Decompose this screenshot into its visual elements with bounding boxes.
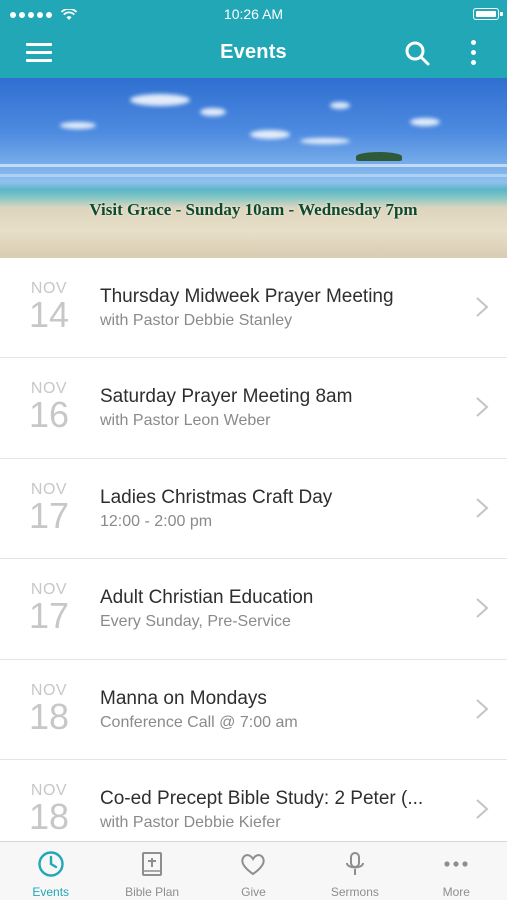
event-day: 18 (28, 695, 70, 737)
more-vertical-icon[interactable] (467, 38, 481, 68)
tab-label: Bible Plan (125, 885, 180, 899)
event-row[interactable]: NOV 16 Saturday Prayer Meeting 8am with … (0, 358, 507, 459)
tab-bar: Events Bible Plan Give Sermons More (0, 841, 507, 900)
heart-icon (241, 854, 266, 876)
tab-events[interactable]: Events (0, 842, 101, 900)
event-row[interactable]: NOV 14 Thursday Midweek Prayer Meeting w… (0, 258, 507, 359)
chevron-right-icon (476, 297, 489, 317)
event-date: NOV 18 (20, 782, 78, 837)
event-day: 18 (28, 795, 70, 837)
tab-label: Sermons (330, 885, 379, 899)
event-day: 17 (28, 595, 70, 637)
nav-bar: Events (0, 28, 507, 78)
event-title: Ladies Christmas Craft Day (100, 486, 333, 508)
event-day: 17 (28, 494, 70, 536)
tab-bible-plan[interactable]: Bible Plan (101, 842, 202, 900)
event-subtitle: with Pastor Leon Weber (100, 412, 271, 430)
tab-label: Events (32, 885, 70, 899)
microphone-icon (345, 852, 364, 875)
tab-give[interactable]: Give (203, 842, 304, 900)
tab-label: More (442, 885, 470, 899)
clock-icon (37, 851, 64, 877)
banner-caption: Visit Grace - Sunday 10am - Wednesday 7p… (89, 200, 418, 219)
event-subtitle: 12:00 - 2:00 pm (100, 512, 213, 530)
event-title: Co-ed Precept Bible Study: 2 Peter (... (100, 787, 424, 809)
chevron-right-icon (476, 698, 489, 719)
tab-more[interactable]: More (406, 842, 507, 900)
event-subtitle: with Pastor Debbie Kiefer (100, 813, 281, 831)
status-bar: 10:26 AM (0, 0, 507, 28)
event-row[interactable]: NOV 17 Ladies Christmas Craft Day 12:00 … (0, 459, 507, 560)
chevron-right-icon (476, 498, 489, 518)
event-title: Manna on Mondays (100, 687, 267, 709)
event-row[interactable]: NOV 18 Co-ed Precept Bible Study: 2 Pete… (0, 760, 507, 841)
chevron-right-icon (476, 397, 489, 418)
event-subtitle: with Pastor Debbie Stanley (100, 312, 293, 329)
search-icon[interactable] (403, 39, 431, 67)
event-date: NOV 17 (20, 581, 78, 637)
hamburger-menu-icon[interactable] (22, 39, 56, 67)
events-list: NOV 14 Thursday Midweek Prayer Meeting w… (0, 258, 507, 841)
more-dots-icon (444, 861, 468, 867)
status-time: 10:26 AM (223, 6, 284, 22)
battery-icon (473, 8, 503, 20)
event-date: NOV 14 (20, 280, 78, 335)
event-row[interactable]: NOV 18 Manna on Mondays Conference Call … (0, 660, 507, 760)
chevron-right-icon (476, 598, 489, 618)
event-row[interactable]: NOV 17 Adult Christian Education Every S… (0, 559, 507, 660)
event-day: 14 (28, 294, 70, 335)
event-title: Thursday Midweek Prayer Meeting (100, 286, 394, 307)
bible-icon (142, 852, 163, 876)
event-date: NOV 16 (20, 380, 78, 436)
event-title: Saturday Prayer Meeting 8am (100, 386, 353, 408)
tab-label: Give (241, 885, 266, 899)
event-subtitle: Every Sunday, Pre-Service (100, 613, 291, 631)
chevron-right-icon (476, 799, 489, 819)
tab-sermons[interactable]: Sermons (304, 842, 405, 900)
event-subtitle: Conference Call @ 7:00 am (100, 713, 298, 731)
event-date: NOV 18 (20, 682, 78, 737)
island (356, 152, 402, 161)
event-title: Adult Christian Education (100, 587, 314, 609)
event-day: 16 (28, 394, 70, 436)
event-date: NOV 17 (20, 481, 78, 536)
banner-image: Visit Grace - Sunday 10am - Wednesday 7p… (0, 78, 507, 258)
